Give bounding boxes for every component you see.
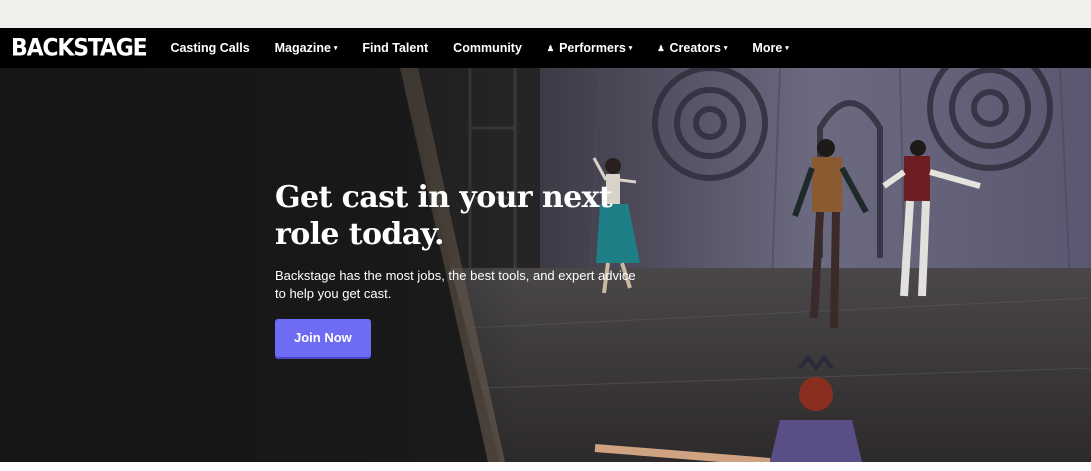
nav-find-talent-label: Find Talent bbox=[362, 41, 429, 55]
nav-creators[interactable]: ♟ Creators ▾ bbox=[657, 41, 727, 55]
nav-creators-label: Creators bbox=[669, 41, 721, 55]
nav-community[interactable]: Community bbox=[453, 41, 522, 55]
nav-more[interactable]: More ▾ bbox=[752, 41, 788, 55]
hero-title-line-1: Get cast in your next bbox=[275, 180, 613, 215]
nav-magazine[interactable]: Magazine ▾ bbox=[275, 41, 338, 55]
backstage-logo[interactable]: BACKSTAGE bbox=[11, 35, 148, 62]
nav-magazine-label: Magazine bbox=[274, 41, 331, 55]
nav-community-label: Community bbox=[453, 41, 522, 55]
chevron-down-icon: ▾ bbox=[723, 45, 728, 52]
nav-find-talent[interactable]: Find Talent bbox=[362, 41, 428, 55]
chevron-down-icon: ▾ bbox=[785, 45, 789, 52]
join-now-button[interactable]: Join Now bbox=[275, 319, 371, 357]
chevron-down-icon: ▾ bbox=[628, 45, 633, 52]
hero-content: Get cast in your next role today. Backst… bbox=[275, 179, 695, 357]
nav-performers-label: Performers bbox=[559, 41, 626, 55]
hero-subtitle: Backstage has the most jobs, the best to… bbox=[275, 268, 636, 301]
nav-casting-calls-label: Casting Calls bbox=[170, 41, 250, 55]
hero-title: Get cast in your next role today. bbox=[275, 179, 695, 253]
hero-title-line-2: role today. bbox=[275, 217, 444, 252]
nav-performers[interactable]: ♟ Performers ▾ bbox=[547, 41, 632, 55]
hero-section: Get cast in your next role today. Backst… bbox=[0, 68, 1091, 462]
nav-casting-calls[interactable]: Casting Calls bbox=[170, 41, 249, 55]
nav-more-label: More bbox=[752, 41, 783, 55]
person-icon: ♟ bbox=[546, 43, 555, 53]
browser-top-strip bbox=[0, 0, 1091, 28]
chevron-down-icon: ▾ bbox=[333, 45, 338, 52]
person-icon: ♟ bbox=[657, 43, 665, 53]
main-navbar: BACKSTAGE Casting Calls Magazine ▾ Find … bbox=[0, 28, 1091, 68]
page-bottom-strip bbox=[0, 462, 1091, 471]
